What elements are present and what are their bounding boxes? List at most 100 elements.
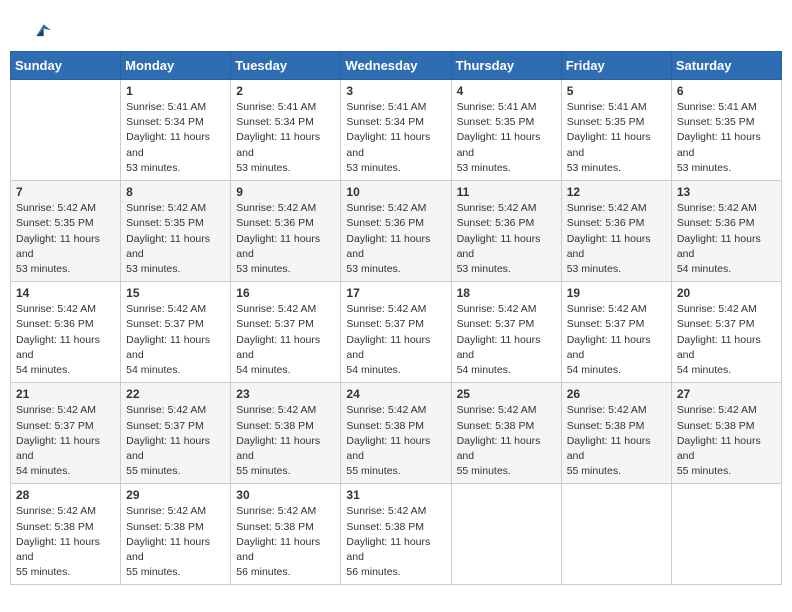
day-info: Sunrise: 5:42 AMSunset: 5:37 PMDaylight:… (346, 302, 445, 378)
day-number: 9 (236, 185, 335, 199)
calendar-cell: 22 Sunrise: 5:42 AMSunset: 5:37 PMDayligh… (121, 383, 231, 484)
day-info: Sunrise: 5:41 AMSunset: 5:34 PMDaylight:… (126, 100, 225, 176)
calendar-week-row: 28 Sunrise: 5:42 AMSunset: 5:38 PMDayligh… (11, 484, 782, 585)
calendar-cell: 5 Sunrise: 5:41 AMSunset: 5:35 PMDaylight… (561, 80, 671, 181)
day-number: 18 (457, 286, 556, 300)
calendar-cell: 4Sunrise: 5:41 AMSunset: 5:35 PMDaylight… (451, 80, 561, 181)
day-info: Sunrise: 5:42 AMSunset: 5:38 PMDaylight:… (346, 504, 445, 580)
day-info: Sunrise: 5:42 AMSunset: 5:38 PMDaylight:… (677, 403, 776, 479)
calendar-cell (671, 484, 781, 585)
calendar-cell: 2Sunrise: 5:41 AMSunset: 5:34 PMDaylight… (231, 80, 341, 181)
calendar-cell: 18 Sunrise: 5:42 AMSunset: 5:37 PMDayligh… (451, 282, 561, 383)
calendar-week-row: 21Sunrise: 5:42 AMSunset: 5:37 PMDayligh… (11, 383, 782, 484)
day-info: Sunrise: 5:42 AMSunset: 5:38 PMDaylight:… (457, 403, 556, 479)
day-number: 7 (16, 185, 115, 199)
day-number: 31 (346, 488, 445, 502)
calendar-cell: 17 Sunrise: 5:42 AMSunset: 5:37 PMDayligh… (341, 282, 451, 383)
day-number: 8 (126, 185, 225, 199)
day-number: 22 (126, 387, 225, 401)
day-info: Sunrise: 5:42 AMSunset: 5:37 PMDaylight:… (677, 302, 776, 378)
day-number: 2 (236, 84, 335, 98)
day-info: Sunrise: 5:42 AMSunset: 5:38 PMDaylight:… (236, 504, 335, 580)
calendar-week-row: 1 Sunrise: 5:41 AMSunset: 5:34 PMDaylight… (11, 80, 782, 181)
calendar-cell (451, 484, 561, 585)
calendar-cell: 13 Sunrise: 5:42 AMSunset: 5:36 PMDayligh… (671, 181, 781, 282)
day-info: Sunrise: 5:42 AMSunset: 5:38 PMDaylight:… (236, 403, 335, 479)
calendar-week-row: 14 Sunrise: 5:42 AMSunset: 5:36 PMDayligh… (11, 282, 782, 383)
day-info: Sunrise: 5:42 AMSunset: 5:36 PMDaylight:… (236, 201, 335, 277)
day-info: Sunrise: 5:42 AMSunset: 5:35 PMDaylight:… (16, 201, 115, 277)
calendar-header-row: SundayMondayTuesdayWednesdayThursdayFrid… (11, 52, 782, 80)
day-number: 29 (126, 488, 225, 502)
calendar-cell: 26 Sunrise: 5:42 AMSunset: 5:38 PMDayligh… (561, 383, 671, 484)
calendar-cell: 28 Sunrise: 5:42 AMSunset: 5:38 PMDayligh… (11, 484, 121, 585)
day-info: Sunrise: 5:42 AMSunset: 5:35 PMDaylight:… (126, 201, 225, 277)
day-number: 19 (567, 286, 666, 300)
column-header-wednesday: Wednesday (341, 52, 451, 80)
day-info: Sunrise: 5:42 AMSunset: 5:36 PMDaylight:… (567, 201, 666, 277)
calendar-cell: 23 Sunrise: 5:42 AMSunset: 5:38 PMDayligh… (231, 383, 341, 484)
calendar-cell: 7 Sunrise: 5:42 AMSunset: 5:35 PMDaylight… (11, 181, 121, 282)
page-header (10, 10, 782, 43)
day-number: 25 (457, 387, 556, 401)
day-number: 26 (567, 387, 666, 401)
logo (25, 20, 51, 38)
day-info: Sunrise: 5:42 AMSunset: 5:36 PMDaylight:… (457, 201, 556, 277)
calendar-cell: 14 Sunrise: 5:42 AMSunset: 5:36 PMDayligh… (11, 282, 121, 383)
column-header-thursday: Thursday (451, 52, 561, 80)
day-info: Sunrise: 5:42 AMSunset: 5:37 PMDaylight:… (236, 302, 335, 378)
column-header-friday: Friday (561, 52, 671, 80)
column-header-monday: Monday (121, 52, 231, 80)
calendar-cell: 12 Sunrise: 5:42 AMSunset: 5:36 PMDayligh… (561, 181, 671, 282)
day-number: 6 (677, 84, 776, 98)
day-info: Sunrise: 5:41 AMSunset: 5:34 PMDaylight:… (346, 100, 445, 176)
day-info: Sunrise: 5:42 AMSunset: 5:38 PMDaylight:… (346, 403, 445, 479)
day-info: Sunrise: 5:42 AMSunset: 5:37 PMDaylight:… (126, 403, 225, 479)
calendar-cell (561, 484, 671, 585)
calendar-cell: 25 Sunrise: 5:42 AMSunset: 5:38 PMDayligh… (451, 383, 561, 484)
day-number: 5 (567, 84, 666, 98)
day-info: Sunrise: 5:42 AMSunset: 5:36 PMDaylight:… (677, 201, 776, 277)
calendar-cell: 27 Sunrise: 5:42 AMSunset: 5:38 PMDayligh… (671, 383, 781, 484)
day-info: Sunrise: 5:42 AMSunset: 5:36 PMDaylight:… (346, 201, 445, 277)
calendar-cell: 29Sunrise: 5:42 AMSunset: 5:38 PMDayligh… (121, 484, 231, 585)
day-number: 15 (126, 286, 225, 300)
calendar-cell: 11 Sunrise: 5:42 AMSunset: 5:36 PMDayligh… (451, 181, 561, 282)
calendar-cell: 16Sunrise: 5:42 AMSunset: 5:37 PMDayligh… (231, 282, 341, 383)
day-info: Sunrise: 5:42 AMSunset: 5:36 PMDaylight:… (16, 302, 115, 378)
day-number: 20 (677, 286, 776, 300)
day-number: 1 (126, 84, 225, 98)
day-info: Sunrise: 5:41 AMSunset: 5:35 PMDaylight:… (567, 100, 666, 176)
day-number: 13 (677, 185, 776, 199)
day-number: 10 (346, 185, 445, 199)
day-info: Sunrise: 5:42 AMSunset: 5:37 PMDaylight:… (126, 302, 225, 378)
calendar-cell: 10 Sunrise: 5:42 AMSunset: 5:36 PMDayligh… (341, 181, 451, 282)
day-number: 11 (457, 185, 556, 199)
day-number: 30 (236, 488, 335, 502)
calendar-cell: 30 Sunrise: 5:42 AMSunset: 5:38 PMDayligh… (231, 484, 341, 585)
calendar-cell: 15 Sunrise: 5:42 AMSunset: 5:37 PMDayligh… (121, 282, 231, 383)
calendar-cell: 1 Sunrise: 5:41 AMSunset: 5:34 PMDaylight… (121, 80, 231, 181)
day-number: 27 (677, 387, 776, 401)
calendar-cell: 24Sunrise: 5:42 AMSunset: 5:38 PMDayligh… (341, 383, 451, 484)
calendar-cell: 6 Sunrise: 5:41 AMSunset: 5:35 PMDaylight… (671, 80, 781, 181)
logo-bird-icon (29, 20, 51, 42)
day-number: 14 (16, 286, 115, 300)
calendar-cell: 19Sunrise: 5:42 AMSunset: 5:37 PMDayligh… (561, 282, 671, 383)
day-info: Sunrise: 5:42 AMSunset: 5:37 PMDaylight:… (16, 403, 115, 479)
day-number: 28 (16, 488, 115, 502)
calendar-cell: 8 Sunrise: 5:42 AMSunset: 5:35 PMDaylight… (121, 181, 231, 282)
day-number: 3 (346, 84, 445, 98)
calendar-cell: 9 Sunrise: 5:42 AMSunset: 5:36 PMDaylight… (231, 181, 341, 282)
day-number: 17 (346, 286, 445, 300)
day-number: 23 (236, 387, 335, 401)
column-header-saturday: Saturday (671, 52, 781, 80)
day-info: Sunrise: 5:42 AMSunset: 5:38 PMDaylight:… (16, 504, 115, 580)
calendar-cell (11, 80, 121, 181)
column-header-sunday: Sunday (11, 52, 121, 80)
calendar-week-row: 7 Sunrise: 5:42 AMSunset: 5:35 PMDaylight… (11, 181, 782, 282)
day-info: Sunrise: 5:42 AMSunset: 5:37 PMDaylight:… (457, 302, 556, 378)
day-info: Sunrise: 5:41 AMSunset: 5:35 PMDaylight:… (677, 100, 776, 176)
day-info: Sunrise: 5:42 AMSunset: 5:38 PMDaylight:… (567, 403, 666, 479)
day-number: 12 (567, 185, 666, 199)
